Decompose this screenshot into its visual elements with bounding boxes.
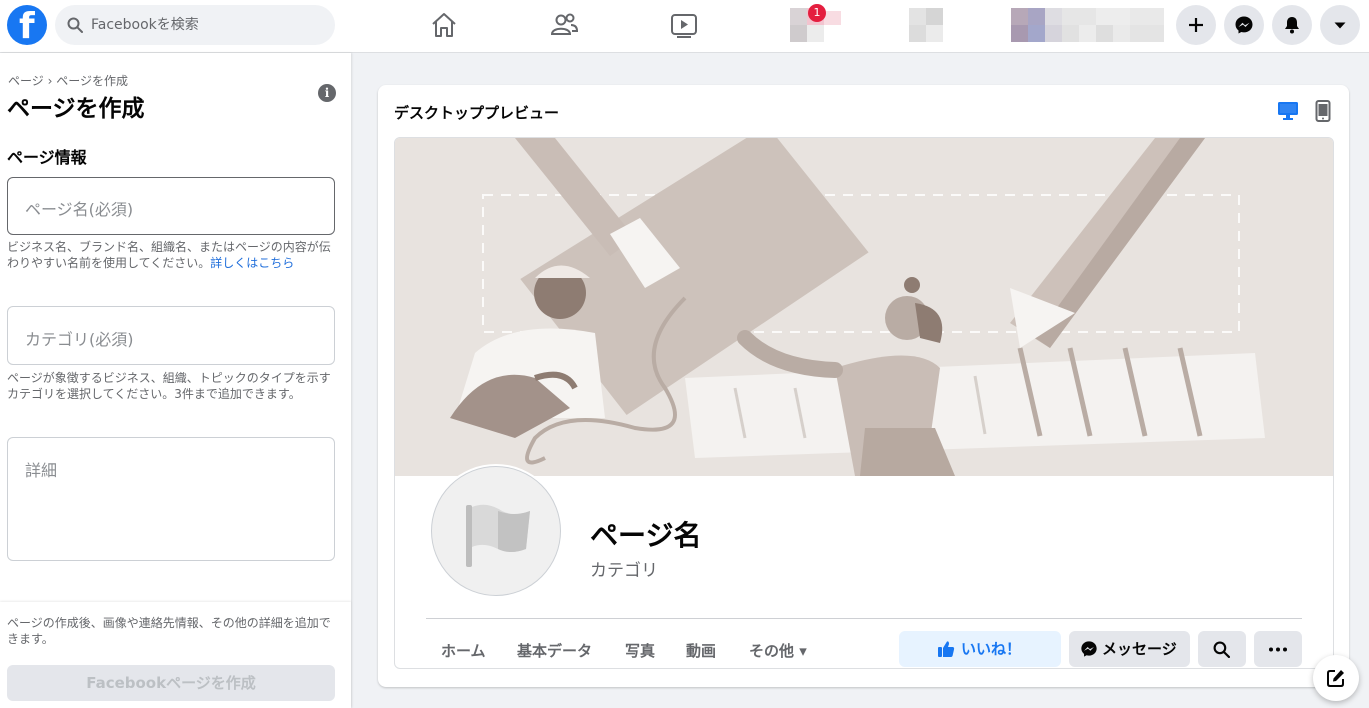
tab-videos[interactable]: 動画 (686, 640, 716, 661)
facebook-logo-letter: f (19, 6, 35, 47)
watch-icon[interactable] (669, 10, 699, 40)
avatar-frame (431, 466, 561, 596)
breadcrumb[interactable]: ページ › ページを作成 (8, 72, 128, 89)
page-name-help: ビジネス名、ブランド名、組織名、またはページの内容が伝わりやすい名前を使用してく… (7, 239, 335, 271)
desktop-icon[interactable] (1277, 101, 1299, 121)
flag-icon (466, 504, 530, 567)
notification-badge: 1 (808, 4, 826, 22)
plus-icon (1189, 18, 1203, 32)
cover-illustration-art (395, 138, 1333, 476)
notifications-button[interactable] (1272, 5, 1312, 45)
more-options-button[interactable] (1254, 631, 1302, 667)
messenger-button[interactable] (1224, 5, 1264, 45)
preview-page-name: ページ名 (590, 519, 702, 552)
pixelated-profile[interactable] (1011, 8, 1164, 43)
message-button[interactable]: メッセージ (1069, 631, 1190, 667)
details-field[interactable]: 詳細 (7, 437, 335, 561)
new-message-button[interactable] (1313, 655, 1359, 701)
cover-illustration (395, 138, 1333, 476)
mobile-icon[interactable] (1315, 100, 1331, 122)
preview-title: デスクトッププレビュー (394, 104, 560, 122)
info-icon[interactable]: i (318, 84, 336, 102)
divider (426, 618, 1302, 619)
search-icon (67, 17, 83, 33)
like-button[interactable]: いいね！ (899, 631, 1061, 667)
pixelated-nav-item[interactable]: 1 (790, 4, 841, 43)
page-name-field[interactable]: ページ名(必須) (7, 177, 335, 235)
home-icon[interactable] (429, 10, 459, 40)
messenger-icon (1081, 641, 1097, 657)
category-help: ページが象徴するビジネス、組織、トピックのタイプを示すカテゴリを選択してください… (7, 371, 331, 401)
tab-more[interactable]: その他 ▾ (749, 640, 807, 661)
create-page-button[interactable]: Facebookページを作成 (7, 665, 335, 701)
friends-icon[interactable] (549, 10, 579, 40)
page-preview: ページ名 カテゴリ ホーム 基本データ 写真 動画 その他 ▾ いいね！ メッセ… (394, 137, 1334, 669)
top-navigation-bar: f Facebookを検索 1 (0, 0, 1369, 53)
account-menu-button[interactable] (1320, 5, 1360, 45)
page-search-button[interactable] (1198, 631, 1246, 667)
create-page-sidebar: ページ › ページを作成 ページを作成 i ページ情報 ページ名(必須) ビジネ… (0, 53, 351, 708)
page-title: ページを作成 (7, 96, 145, 122)
like-label: いいね！ (961, 640, 1022, 658)
pixelated-nav-item[interactable] (909, 8, 943, 43)
search-icon (1213, 641, 1230, 658)
preview-category: カテゴリ (590, 561, 658, 581)
learn-more-link[interactable]: 詳しくはこちら (210, 256, 294, 270)
category-placeholder: カテゴリ(必須) (25, 330, 134, 349)
create-button[interactable] (1176, 5, 1216, 45)
bell-icon (1285, 17, 1299, 34)
search-placeholder: Facebookを検索 (91, 17, 199, 33)
footer-note: ページの作成後、画像や連絡先情報、その他の詳細を追加できます。 (7, 616, 331, 646)
caret-down-icon (1334, 22, 1346, 29)
preview-card: デスクトッププレビュー ページ名 カテゴリ ホーム 基本データ 写真 動画 その… (378, 85, 1349, 687)
compose-icon (1327, 670, 1344, 687)
facebook-logo[interactable]: f (7, 5, 47, 47)
tab-home[interactable]: ホーム (441, 640, 486, 661)
category-field[interactable]: カテゴリ(必須) (7, 306, 335, 365)
page-avatar[interactable] (429, 464, 563, 598)
ellipsis-icon (1269, 647, 1287, 652)
message-label: メッセージ (1102, 640, 1177, 658)
page-name-placeholder: ページ名(必須) (25, 200, 134, 219)
tab-photos[interactable]: 写真 (625, 640, 655, 661)
tab-about[interactable]: 基本データ (517, 640, 592, 661)
sidebar-footer: ページの作成後、画像や連絡先情報、その他の詳細を追加できます。 Facebook… (0, 602, 351, 708)
section-title: ページ情報 (7, 148, 87, 167)
details-placeholder: 詳細 (25, 461, 58, 480)
search-input[interactable]: Facebookを検索 (55, 5, 335, 45)
thumbs-up-icon (938, 641, 955, 657)
messenger-icon (1235, 16, 1253, 34)
